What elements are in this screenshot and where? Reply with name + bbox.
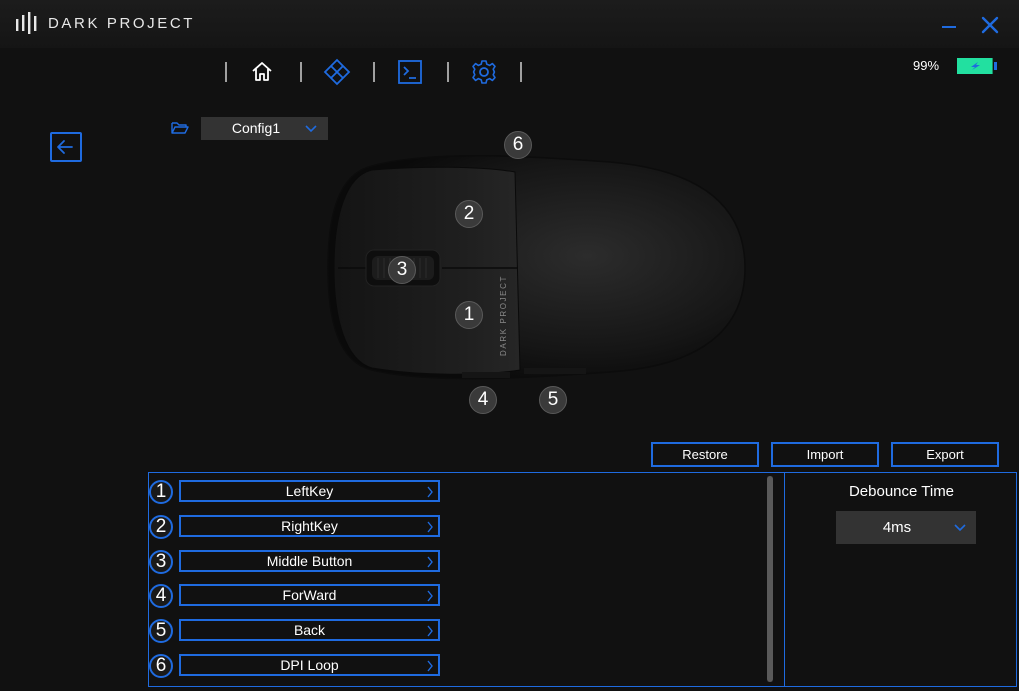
scrollbar-thumb[interactable] [767,476,773,682]
debounce-title: Debounce Time [848,483,955,500]
mouse-brand-print: DARK PROJECT [499,275,508,356]
key-assign-button-5[interactable]: Back [179,619,440,641]
restore-button[interactable]: Restore [651,442,759,467]
debounce-select-value: 4ms [882,519,912,536]
mouse-badge-1[interactable]: 1 [455,301,483,329]
mouse-badge-4[interactable]: 4 [469,386,497,414]
chevron-right-icon [427,486,433,498]
key-row-number: 5 [149,619,173,643]
mouse-badge-6[interactable]: 6 [504,131,532,159]
chevron-down-icon [954,524,966,532]
key-assign-button-6[interactable]: DPI Loop [179,654,440,676]
key-row-number: 6 [149,654,173,678]
key-assign-button-2[interactable]: RightKey [179,515,440,537]
key-assign-button-1[interactable]: LeftKey [179,480,440,502]
chevron-right-icon [427,625,433,637]
key-assign-button-3[interactable]: Middle Button [179,550,440,572]
import-button[interactable]: Import [771,442,879,467]
key-assign-button-4[interactable]: ForWard [179,584,440,606]
chevron-right-icon [427,660,433,672]
mouse-badge-5[interactable]: 5 [539,386,567,414]
key-row-number: 1 [149,480,173,504]
key-assign-label: RightKey [281,518,338,534]
key-row-number: 2 [149,515,173,539]
chevron-right-icon [427,521,433,533]
mouse-badge-2[interactable]: 2 [455,200,483,228]
key-assign-label: Back [293,622,326,638]
key-assign-label: Middle Button [266,553,353,569]
chevron-right-icon [427,556,433,568]
key-assign-label: ForWard [282,587,337,603]
chevron-right-icon [427,590,433,602]
key-row-number: 3 [149,550,173,574]
key-row-number: 4 [149,584,173,608]
mouse-badge-3[interactable]: 3 [388,256,416,284]
export-button[interactable]: Export [891,442,999,467]
key-assign-label: LeftKey [285,483,334,499]
debounce-panel: Debounce Time 4ms [784,472,1017,687]
key-assign-label: DPI Loop [280,657,339,673]
debounce-select[interactable]: 4ms [836,511,976,544]
